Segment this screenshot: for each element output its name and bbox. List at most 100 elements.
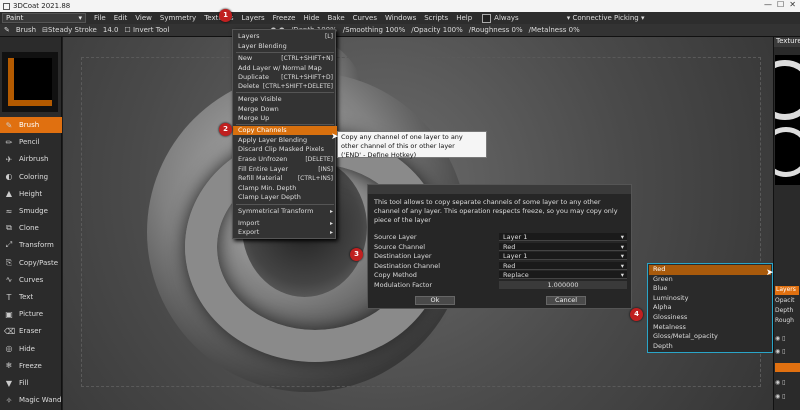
channel-option-gloss-metal-opacity[interactable]: Gloss/Metal_opacity bbox=[649, 332, 771, 342]
tool-text[interactable]: T Text bbox=[0, 289, 62, 305]
menu-item-symmetrical-transform[interactable]: Symmetrical Transform ▸ bbox=[233, 207, 337, 216]
freeze-icon: ❄ bbox=[5, 361, 13, 371]
menu-item-fill-entire-layer[interactable]: Fill Entire Layer [INS] bbox=[233, 165, 337, 174]
tool-eraser[interactable]: ⌫ Eraser bbox=[0, 323, 62, 339]
menu-item-layer-blending[interactable]: Layer Blending bbox=[233, 42, 337, 51]
metalness-slider[interactable]: /Metalness 0% bbox=[529, 26, 580, 34]
channel-option-depth[interactable]: Depth bbox=[649, 342, 771, 352]
tool-hide[interactable]: ◎ Hide bbox=[0, 341, 62, 357]
window-controls[interactable]: — ☐ ✕ bbox=[764, 0, 796, 9]
tool-coloring[interactable]: ◐ Coloring bbox=[0, 169, 62, 185]
tool-pencil[interactable]: ✏ Pencil bbox=[0, 134, 62, 150]
layer-row[interactable]: ◉ ▯ bbox=[775, 379, 800, 388]
menu-hide[interactable]: Hide bbox=[304, 14, 320, 22]
menu-bake[interactable]: Bake bbox=[327, 14, 344, 22]
tool-height[interactable]: ▲ Height bbox=[0, 186, 62, 202]
layer-row[interactable]: ◉ ▯ bbox=[775, 393, 800, 402]
dialog-description: This tool allows to copy separate channe… bbox=[374, 198, 618, 224]
modulation-input[interactable]: 1.000000 bbox=[499, 280, 627, 289]
menu-item-merge-up[interactable]: Merge Up bbox=[233, 114, 337, 123]
tool-picture[interactable]: ▣ Picture bbox=[0, 306, 62, 322]
menu-item-layers[interactable]: Layers [L] bbox=[233, 32, 337, 41]
roughness-slider[interactable]: /Roughness 0% bbox=[469, 26, 523, 34]
channel-option-red[interactable]: Red bbox=[649, 265, 771, 275]
channel-option-green[interactable]: Green bbox=[649, 275, 771, 285]
field-select[interactable]: Red bbox=[499, 242, 627, 251]
menu-item-label: New bbox=[238, 54, 253, 62]
tool-clone[interactable]: ⧉ Clone bbox=[0, 220, 62, 236]
menu-file[interactable]: File bbox=[94, 14, 106, 22]
layer-row[interactable]: ◉ ▯ bbox=[775, 335, 800, 344]
copy-paste-icon: ⎘ bbox=[5, 257, 13, 267]
tool-copy-paste[interactable]: ⎘ Copy/Paste bbox=[0, 255, 62, 271]
field-select[interactable]: Replace bbox=[499, 271, 627, 279]
menu-item-clamp-layer-depth[interactable]: Clamp Layer Depth bbox=[233, 193, 337, 202]
menu-item-copy-channels[interactable]: Copy Channels bbox=[233, 126, 337, 135]
channel-option-luminosity[interactable]: Luminosity bbox=[649, 294, 771, 304]
menu-item-shortcut: [L] bbox=[324, 33, 333, 40]
menu-item-shortcut: ▸ bbox=[329, 229, 333, 236]
channel-option-alpha[interactable]: Alpha bbox=[649, 303, 771, 313]
menu-windows[interactable]: Windows bbox=[385, 14, 416, 22]
menu-item-duplicate[interactable]: Duplicate [CTRL+SHIFT+D] bbox=[233, 73, 337, 82]
field-select[interactable]: Layer 1 bbox=[499, 252, 627, 260]
tool-airbrush[interactable]: ✈ Airbrush bbox=[0, 151, 62, 167]
menu-item-apply-layer-blending[interactable]: Apply Layer Blending bbox=[233, 136, 337, 145]
layer-row[interactable]: ◉ ▯ bbox=[775, 348, 800, 357]
menu-curves[interactable]: Curves bbox=[353, 14, 377, 22]
menu-item-label: Layers bbox=[238, 32, 260, 40]
cancel-button[interactable]: Cancel bbox=[546, 296, 586, 305]
smoothing-slider[interactable]: /Smoothing 100% bbox=[343, 26, 405, 34]
channel-option-glossiness[interactable]: Glossiness bbox=[649, 313, 771, 323]
menu-layers[interactable]: Layers bbox=[241, 14, 264, 22]
menu-item-refill-material[interactable]: Refill Material [CTRL+INS] bbox=[233, 174, 337, 183]
menu-item-erase-unfrozen[interactable]: Erase Unfrozen [DELETE] bbox=[233, 155, 337, 164]
menu-item-new[interactable]: New [CTRL+SHIFT+N] bbox=[233, 54, 337, 63]
menu-item-merge-down[interactable]: Merge Down bbox=[233, 105, 337, 114]
steady-stroke-toggle[interactable]: ⊟Steady Stroke bbox=[42, 26, 97, 34]
always-checkbox[interactable] bbox=[482, 13, 492, 23]
layers-tab[interactable]: Layers bbox=[775, 286, 799, 295]
opacity-slider[interactable]: /Opacity 100% bbox=[411, 26, 463, 34]
steady-value[interactable]: 14.0 bbox=[103, 26, 119, 34]
tool-transform[interactable]: ⤢ Transform bbox=[0, 237, 62, 253]
tool-curves[interactable]: ∿ Curves bbox=[0, 272, 62, 288]
menu-help[interactable]: Help bbox=[456, 14, 472, 22]
hide-icon: ◎ bbox=[5, 344, 13, 354]
channel-option-blue[interactable]: Blue bbox=[649, 284, 771, 294]
menu-item-merge-visible[interactable]: Merge Visible bbox=[233, 95, 337, 104]
menu-item-discard-clip-masked-pixels[interactable]: Discard Clip Masked Pixels bbox=[233, 145, 337, 154]
menu-item-add-layer-w-normal-map[interactable]: Add Layer w/ Normal Map bbox=[233, 64, 337, 73]
tool-magic-wand[interactable]: ✧ Magic Wand bbox=[0, 392, 62, 408]
menu-symmetry[interactable]: Symmetry bbox=[160, 14, 196, 22]
dialog-titlebar[interactable] bbox=[368, 185, 631, 194]
picking-select[interactable]: ▾ Connective Picking ▾ bbox=[567, 14, 645, 22]
menu-item-import[interactable]: Import ▸ bbox=[233, 219, 337, 228]
tool-freeze[interactable]: ❄ Freeze bbox=[0, 358, 62, 374]
channel-option-metalness[interactable]: Metalness bbox=[649, 323, 771, 333]
window-titlebar: 3DCoat 2021.88 — ☐ ✕ bbox=[0, 0, 800, 12]
menu-item-delete[interactable]: Delete [CTRL+SHIFT+DELETE] bbox=[233, 82, 337, 91]
menu-scripts[interactable]: Scripts bbox=[424, 14, 448, 22]
tool-smudge[interactable]: ≈ Smudge bbox=[0, 203, 62, 219]
tool-brush[interactable]: ✎ Brush bbox=[0, 117, 62, 133]
menu-freeze[interactable]: Freeze bbox=[273, 14, 296, 22]
brush-preview[interactable] bbox=[2, 52, 58, 112]
menu-separator bbox=[236, 52, 334, 53]
field-select[interactable]: Red bbox=[499, 261, 627, 270]
ok-button[interactable]: Ok bbox=[415, 296, 455, 305]
menu-item-clamp-min-depth[interactable]: Clamp Min. Depth bbox=[233, 184, 337, 193]
menu-item-export[interactable]: Export ▸ bbox=[233, 228, 337, 237]
field-select[interactable]: Layer 1 bbox=[499, 233, 627, 241]
menu-edit[interactable]: Edit bbox=[114, 14, 128, 22]
menu-item-label: Refill Material bbox=[238, 174, 283, 182]
menu-item-shortcut: [DELETE] bbox=[305, 156, 333, 163]
menu-item-shortcut: ▸ bbox=[329, 220, 333, 227]
room-select[interactable]: Paint bbox=[2, 13, 86, 23]
menu-view[interactable]: View bbox=[135, 14, 152, 22]
layer-row-active[interactable] bbox=[775, 363, 800, 372]
tool-fill[interactable]: ▼ Fill bbox=[0, 375, 62, 391]
invert-tool-toggle[interactable]: ☐ Invert Tool bbox=[124, 26, 169, 34]
always-toggle[interactable]: Always bbox=[482, 13, 519, 23]
texture-preview[interactable] bbox=[775, 55, 800, 185]
